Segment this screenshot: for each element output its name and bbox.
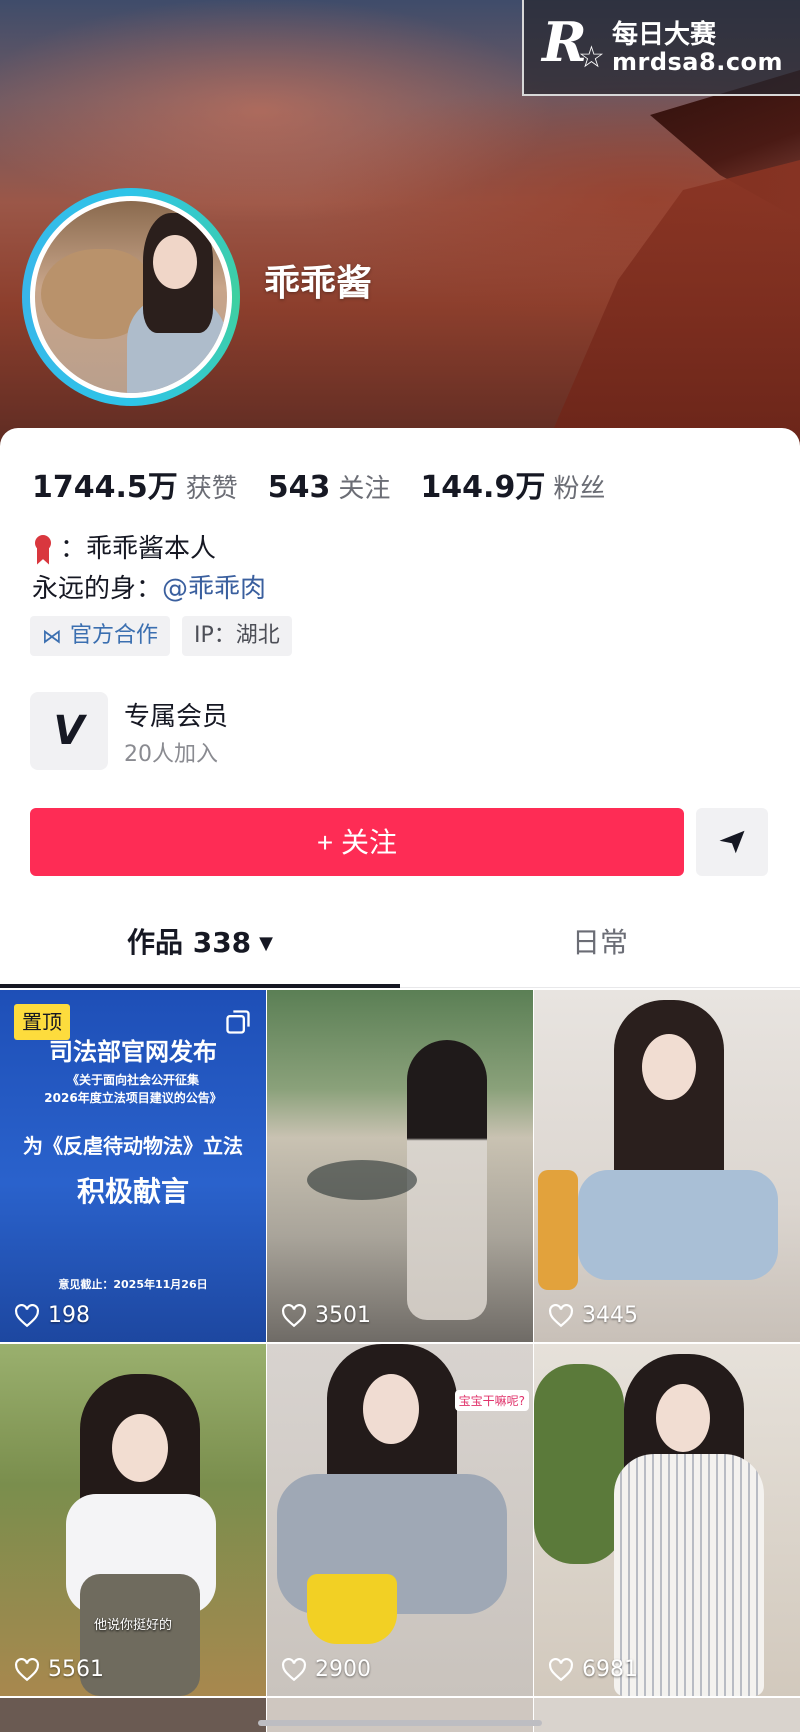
notice-headline: 司法部官网发布 — [49, 1038, 217, 1066]
video-thumbnail[interactable]: 置顶 司法部官网发布 《关于面向社会公开征集 2026年度立法项目建议的公告》 … — [0, 990, 266, 1342]
notice-call: 积极献言 — [76, 1175, 189, 1208]
notice-deadline: 意见截止：2025年11月26日 — [58, 1278, 208, 1291]
followers-count[interactable]: 144.9万 — [420, 462, 545, 506]
video-thumbnail[interactable] — [267, 1698, 533, 1732]
ribbon-icon — [32, 534, 54, 565]
banner-wall-decoration — [540, 160, 800, 460]
video-likes: 3501 — [281, 1303, 371, 1328]
tab-active-indicator — [0, 984, 400, 988]
follow-button[interactable]: + 关注 — [30, 808, 684, 876]
video-likes-count: 198 — [48, 1303, 90, 1328]
thumbnail-face-shape — [656, 1384, 710, 1452]
watermark-title: 每日大赛 — [612, 20, 717, 50]
thumbnail-person-shape — [407, 1040, 487, 1320]
thumbnail-plant-shape — [534, 1364, 624, 1564]
video-likes-count: 3445 — [582, 1303, 638, 1328]
tab-works[interactable]: 作品 338 ▼ — [0, 908, 400, 978]
video-likes: 6981 — [548, 1657, 638, 1682]
avatar-image — [35, 201, 227, 393]
video-thumbnail[interactable] — [0, 1698, 266, 1732]
member-title: 专属会员 — [124, 702, 229, 732]
video-likes-count: 2900 — [315, 1657, 371, 1682]
thumbnail-bucket-shape — [307, 1574, 397, 1644]
thumbnail-face-shape — [642, 1034, 696, 1100]
video-thumbnail[interactable]: 宝宝干嘛呢? 2900 — [267, 1344, 533, 1696]
notice-law-title: 为《反虐待动物法》立法 — [23, 1134, 243, 1158]
handshake-icon: ⋈ — [42, 624, 62, 648]
heart-icon — [15, 1303, 39, 1327]
tag-ip-location: IP：湖北 — [182, 616, 292, 656]
thumbnail-toy-shape — [538, 1170, 578, 1290]
send-icon — [719, 830, 745, 854]
bio-line-1: ：乖乖酱本人 — [32, 528, 216, 565]
bio-line-2-prefix: 永远的身： — [32, 574, 163, 604]
exclusive-member-entry[interactable]: V 专属会员 20人加入 — [30, 692, 450, 770]
followers-label[interactable]: 粉丝 — [553, 468, 605, 505]
profile-stats: 1744.5万 获赞 543 关注 144.9万 粉丝 — [32, 462, 635, 506]
avatar-face-shape — [153, 235, 197, 289]
tag-official-label: 官方合作 — [70, 623, 159, 648]
avatar[interactable] — [22, 188, 240, 406]
scroll-indicator — [258, 1720, 542, 1726]
thumbnail-face-shape — [363, 1374, 419, 1444]
heart-icon — [282, 1657, 306, 1681]
avatar-frame — [30, 196, 232, 398]
video-likes-count: 6981 — [582, 1657, 638, 1682]
notice-subline-2: 2026年度立法项目建议的公告》 — [44, 1091, 222, 1105]
video-likes: 198 — [14, 1303, 90, 1328]
share-button[interactable] — [696, 808, 768, 876]
notice-subline-1: 《关于面向社会公开征集 — [66, 1073, 199, 1087]
bio-line-2: 永远的身：@乖乖肉 — [32, 568, 266, 605]
profile-name: 乖乖酱 — [264, 263, 373, 304]
watermark: R ☆ 每日大赛 mrdsa8.com — [522, 0, 800, 96]
heart-icon — [15, 1657, 39, 1681]
heart-icon — [549, 1303, 573, 1327]
content-tabs: 作品 338 ▼ 日常 — [0, 908, 800, 988]
bio-line-1-text: ：乖乖酱本人 — [60, 534, 217, 564]
video-thumbnail[interactable] — [534, 1698, 800, 1732]
thumbnail-face-shape — [112, 1414, 168, 1482]
tag-official-cooperation[interactable]: ⋈ 官方合作 — [30, 616, 171, 656]
heart-icon — [549, 1657, 573, 1681]
video-thumbnail[interactable]: 3445 — [534, 990, 800, 1342]
member-v-icon: V — [30, 692, 108, 770]
video-thumbnail[interactable]: 他说你挺好的 5561 — [0, 1344, 266, 1696]
thumbnail-table-shape — [307, 1160, 417, 1200]
heart-icon — [282, 1303, 306, 1327]
video-likes: 3445 — [548, 1303, 638, 1328]
profile-tags: ⋈ 官方合作 IP：湖北 — [30, 616, 292, 656]
member-subtitle: 20人加入 — [124, 742, 218, 767]
tab-daily[interactable]: 日常 — [400, 908, 800, 978]
likes-count: 1744.5万 — [32, 470, 178, 505]
thumbnail-caption: 宝宝干嘛呢? — [454, 1390, 529, 1411]
video-likes: 5561 — [14, 1657, 104, 1682]
following-label[interactable]: 关注 — [338, 468, 390, 505]
watermark-star-icon: ☆ — [578, 40, 605, 75]
following-count[interactable]: 543 — [268, 470, 331, 505]
video-thumbnail[interactable]: 6981 — [534, 1344, 800, 1696]
video-likes-count: 3501 — [315, 1303, 371, 1328]
thumbnail-top-shape — [578, 1170, 778, 1280]
watermark-url: mrdsa8.com — [612, 48, 784, 76]
thumbnail-caption: 他说你挺好的 — [93, 1618, 172, 1633]
tab-works-label: 作品 338 — [126, 926, 252, 959]
tag-ip-label: IP：湖北 — [194, 623, 280, 648]
bio-mention-link[interactable]: @乖乖肉 — [162, 574, 266, 604]
video-thumbnail[interactable]: 3501 — [267, 990, 533, 1342]
chevron-down-icon: ▼ — [259, 933, 274, 954]
video-likes: 2900 — [281, 1657, 371, 1682]
video-likes-count: 5561 — [48, 1657, 104, 1682]
likes-label: 获赞 — [185, 474, 238, 504]
